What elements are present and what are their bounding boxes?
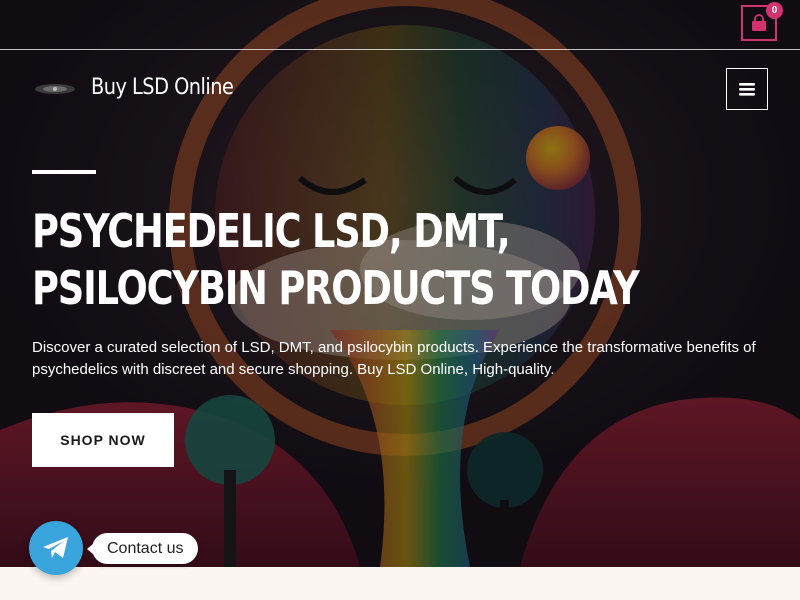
shopping-bag-icon [752, 14, 766, 31]
shop-now-button[interactable]: SHOP NOW [32, 413, 174, 467]
menu-button[interactable] [726, 68, 768, 110]
telegram-contact-button[interactable] [29, 521, 83, 575]
cart-count-badge: 0 [766, 2, 783, 19]
top-bar [0, 0, 800, 50]
telegram-icon [43, 537, 68, 558]
site-title[interactable]: Buy LSD Online [91, 75, 234, 100]
page-content-start [0, 567, 800, 600]
contact-us-label[interactable]: Contact us [86, 533, 199, 564]
headline-divider [32, 170, 96, 174]
hamburger-menu-icon [739, 83, 755, 96]
site-logo[interactable] [34, 82, 76, 96]
hero-description: Discover a curated selection of LSD, DMT… [32, 339, 756, 378]
hero-headline: Psychedelic LSD, DMT, Psilocybin Product… [32, 204, 640, 315]
